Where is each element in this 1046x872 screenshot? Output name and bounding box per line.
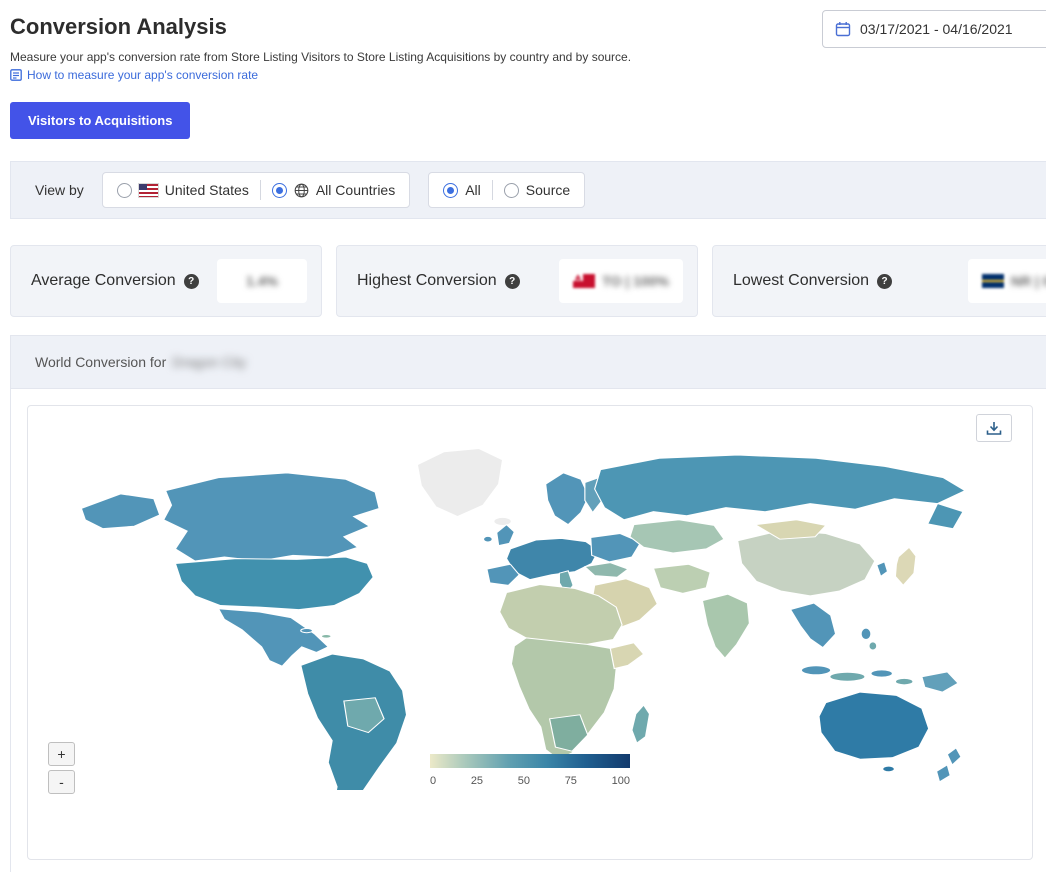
download-map-button[interactable] <box>976 414 1012 442</box>
map-section-body: + - 0 25 50 75 100 <box>11 389 1046 872</box>
globe-icon <box>294 183 309 198</box>
map-legend-gradient <box>430 754 630 768</box>
world-map[interactable] <box>50 434 1010 790</box>
world-conversion-section: World Conversion for Dragon City <box>10 335 1046 872</box>
zoom-controls: + - <box>48 742 75 794</box>
us-flag-icon <box>139 184 158 197</box>
view-by-bar: View by United States All Countries <box>10 161 1046 219</box>
map-panel: + - 0 25 50 75 100 <box>27 405 1033 860</box>
radio-source[interactable]: Source <box>504 182 570 198</box>
map-legend-ticks: 0 25 50 75 100 <box>430 775 630 787</box>
lowest-conversion-card: Lowest Conversion ? NR | 0% <box>712 245 1046 317</box>
lowest-conversion-value: NR | 0% <box>1011 273 1046 289</box>
radio-united-states[interactable]: United States <box>117 182 249 198</box>
help-link[interactable]: How to measure your app's conversion rat… <box>0 64 1046 82</box>
help-link-label: How to measure your app's conversion rat… <box>27 68 258 82</box>
legend-tick: 25 <box>471 775 483 787</box>
stat-label: Lowest Conversion <box>733 272 869 290</box>
legend-tick: 50 <box>518 775 530 787</box>
legend-tick: 100 <box>612 775 630 787</box>
date-range-value: 03/17/2021 - 04/16/2021 <box>860 21 1013 37</box>
tonga-flag-icon <box>573 274 595 288</box>
help-icon[interactable]: ? <box>877 274 892 289</box>
map-legend: 0 25 50 75 100 <box>430 754 630 787</box>
radio-icon-unchecked <box>504 183 519 198</box>
highest-conversion-card: Highest Conversion ? TO | 100% <box>336 245 698 317</box>
radio-icon-checked <box>443 183 458 198</box>
stats-row: Average Conversion ? 1.4% Highest Conver… <box>10 245 1046 317</box>
help-icon[interactable]: ? <box>184 274 199 289</box>
average-conversion-value: 1.4% <box>246 273 278 289</box>
map-section-title: World Conversion for <box>35 354 166 370</box>
stat-label: Highest Conversion <box>357 272 497 290</box>
download-icon <box>986 421 1002 436</box>
legend-tick: 0 <box>430 775 436 787</box>
stat-value-box: 1.4% <box>217 259 307 303</box>
map-section-header: World Conversion for Dragon City <box>11 336 1046 389</box>
app-name: Dragon City <box>172 354 246 370</box>
view-by-label: View by <box>35 182 84 198</box>
stat-value-box: NR | 0% <box>968 259 1046 303</box>
calendar-icon <box>835 21 851 37</box>
radio-icon-checked <box>272 183 287 198</box>
visitors-to-acquisitions-button[interactable]: Visitors to Acquisitions <box>10 102 190 139</box>
article-icon <box>10 69 22 81</box>
map-countries <box>81 449 965 790</box>
stat-value-box: TO | 100% <box>559 259 683 303</box>
united-states-label: United States <box>165 182 249 198</box>
radio-all-countries[interactable]: All Countries <box>272 182 395 198</box>
source-toggle-group: All Source <box>428 172 585 208</box>
average-conversion-card: Average Conversion ? 1.4% <box>10 245 322 317</box>
all-countries-label: All Countries <box>316 182 395 198</box>
radio-all[interactable]: All <box>443 182 481 198</box>
highest-conversion-value: TO | 100% <box>602 273 669 289</box>
date-range-picker[interactable]: 03/17/2021 - 04/16/2021 <box>822 10 1046 48</box>
country-toggle-group: United States All Countries <box>102 172 410 208</box>
nauru-flag-icon <box>982 274 1004 288</box>
zoom-in-button[interactable]: + <box>48 742 75 766</box>
conversion-analysis-page: Conversion Analysis 03/17/2021 - 04/16/2… <box>0 0 1046 872</box>
zoom-out-button[interactable]: - <box>48 770 75 794</box>
stat-label: Average Conversion <box>31 272 176 290</box>
radio-icon-unchecked <box>117 183 132 198</box>
divider <box>492 180 493 200</box>
all-label: All <box>465 182 481 198</box>
help-icon[interactable]: ? <box>505 274 520 289</box>
divider <box>260 180 261 200</box>
legend-tick: 75 <box>565 775 577 787</box>
source-label: Source <box>526 182 570 198</box>
